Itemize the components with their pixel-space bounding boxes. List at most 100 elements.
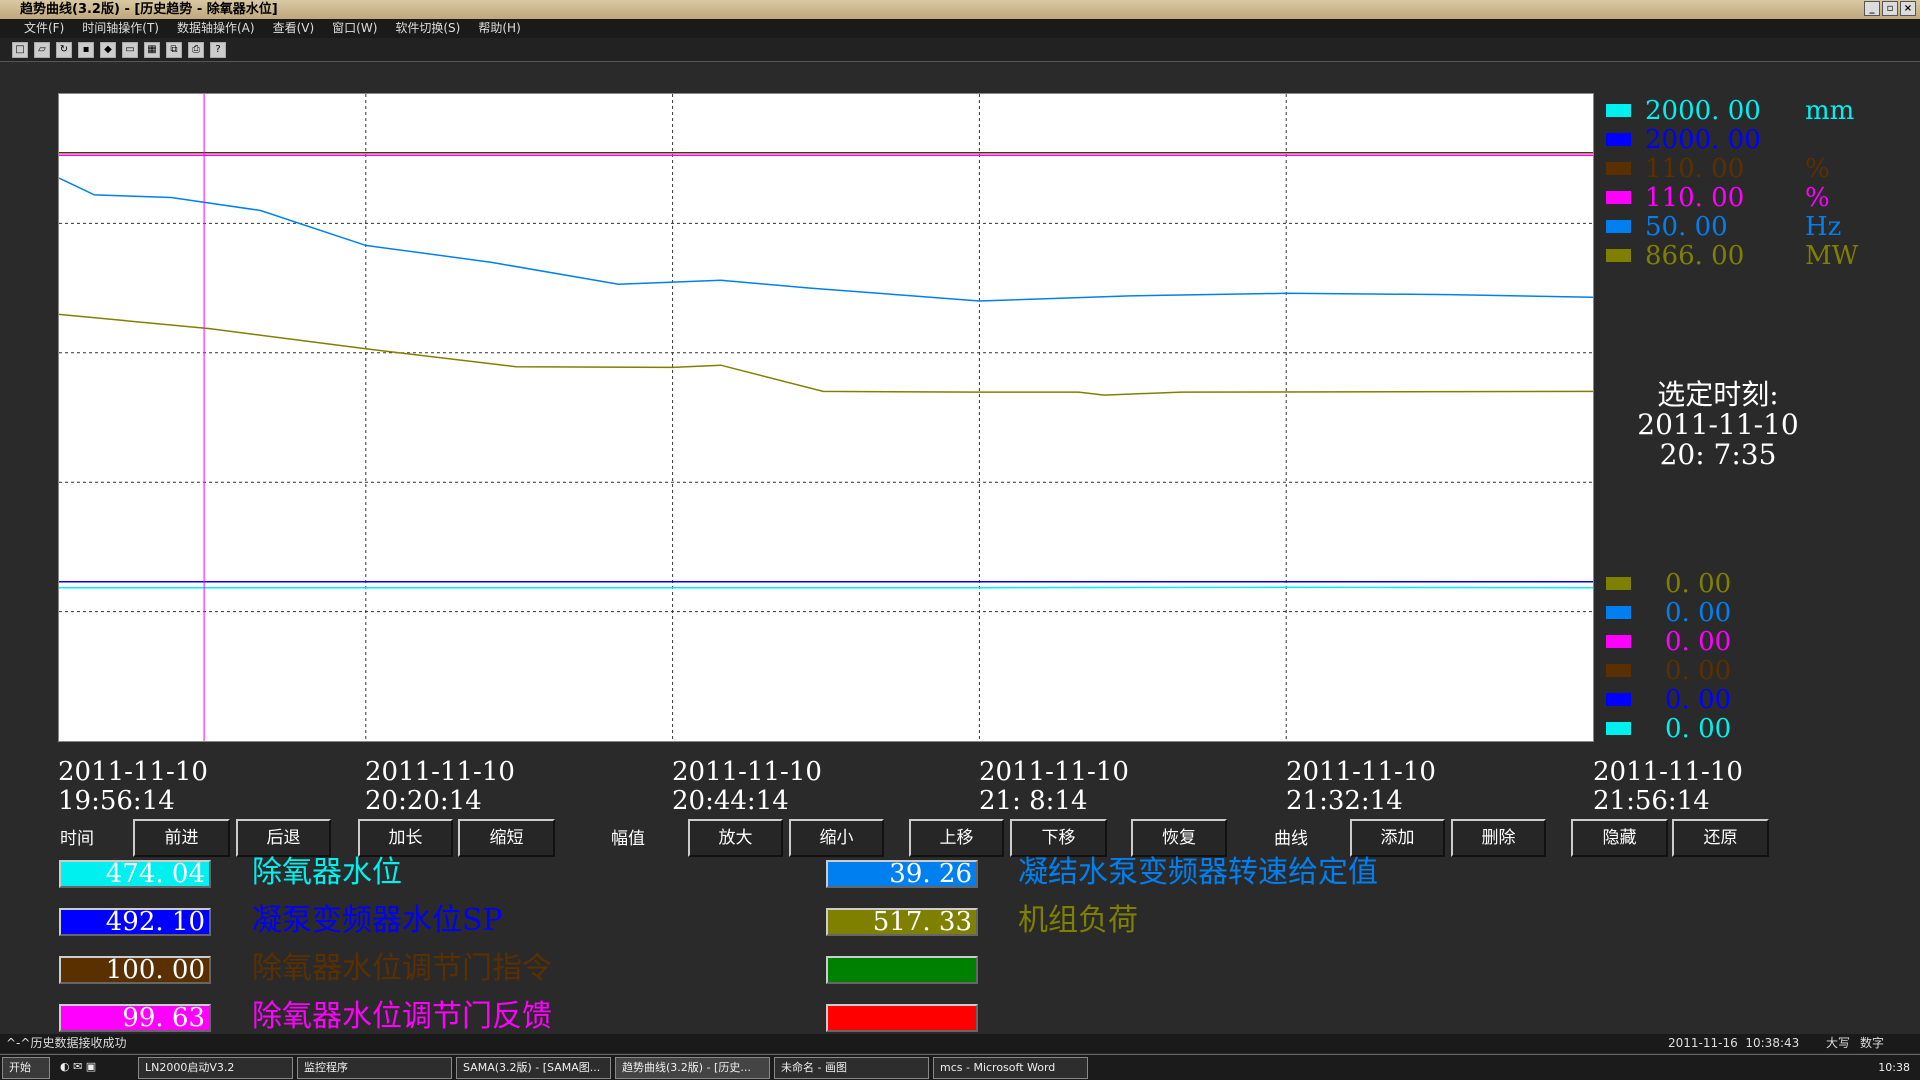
x-tick-label: 2011-11-10 20:20:14 <box>365 758 515 816</box>
reload-icon[interactable]: ↻ <box>56 42 72 58</box>
start-button[interactable]: 开始 <box>2 1056 50 1079</box>
x-tick-time: 20:20:14 <box>365 786 482 816</box>
taskbar-clock: 10:38 <box>1878 1061 1910 1074</box>
delete-curve-button[interactable]: 删除 <box>1451 819 1546 857</box>
back-button[interactable]: 后退 <box>236 819 331 857</box>
legend-min-value: 0. 00 <box>1665 568 1732 599</box>
series-value-box[interactable] <box>826 956 978 984</box>
legend-max-value: 50. 00 <box>1645 211 1728 242</box>
lengthen-button[interactable]: 加长 <box>358 819 453 857</box>
cube-icon[interactable]: ◆ <box>100 42 116 58</box>
series-value-box[interactable]: 492. 10 <box>59 908 211 936</box>
status-datetime: 2011-11-16 10:38:43 <box>1668 1036 1800 1050</box>
window-title: 趋势曲线(3.2版) - [历史趋势 - 除氧器水位] <box>20 2 278 17</box>
series-line <box>58 313 1594 396</box>
task-monitor[interactable]: 监控程序 <box>297 1056 452 1079</box>
restore-icon[interactable]: ⧉ <box>166 42 182 58</box>
x-tick-time: 19:56:14 <box>58 786 175 816</box>
selected-time-date: 2011-11-10 <box>1637 408 1799 441</box>
series-value-box[interactable]: 474. 04 <box>59 860 211 888</box>
trend-chart[interactable] <box>58 94 1594 741</box>
series-name[interactable]: 机组负荷 <box>1018 904 1138 938</box>
x-tick-date: 2011-11-10 <box>1593 757 1743 787</box>
legend-unit: Hz <box>1805 211 1842 242</box>
series-name[interactable]: 凝泵变频器水位SP <box>252 904 503 938</box>
x-tick-label: 2011-11-10 21:56:14 <box>1593 758 1743 816</box>
legend-min-row: 0. 00 <box>1606 626 1732 657</box>
series-value-box[interactable]: 517. 33 <box>826 908 978 936</box>
save-icon[interactable]: ▪ <box>78 42 94 58</box>
window-icon[interactable]: ▭ <box>122 42 138 58</box>
zoom-out-button[interactable]: 缩小 <box>789 819 884 857</box>
menu-view[interactable]: 查看(V) <box>273 19 315 38</box>
close-button[interactable]: × <box>1900 1 1916 16</box>
series-value-box[interactable]: 100. 00 <box>59 956 211 984</box>
title-bar: 趋势曲线(3.2版) - [历史趋势 - 除氧器水位] _ ▫ × <box>0 0 1920 19</box>
series-color-swatch <box>1606 577 1631 590</box>
image-icon[interactable]: ▦ <box>144 42 160 58</box>
series-value-box[interactable]: 99. 63 <box>59 1004 211 1032</box>
add-curve-button[interactable]: 添加 <box>1350 819 1445 857</box>
legend-unit: % <box>1805 182 1830 213</box>
legend-max-value: 2000. 00 <box>1645 124 1761 155</box>
minimize-button[interactable]: _ <box>1864 1 1880 16</box>
series-value-box[interactable] <box>826 1004 978 1032</box>
series-value-box[interactable]: 39. 26 <box>826 860 978 888</box>
legend-max-value: 866. 00 <box>1645 240 1745 271</box>
legend-min-row: 0. 00 <box>1606 597 1732 628</box>
new-icon[interactable]: □ <box>12 42 28 58</box>
series-name[interactable]: 凝结水泵变频器转速给定值 <box>1018 856 1378 890</box>
print-icon[interactable]: ⎙ <box>188 42 204 58</box>
x-tick-time: 21: 8:14 <box>979 786 1088 816</box>
task-sama[interactable]: SAMA(3.2版) - [SAMA图... <box>456 1056 611 1079</box>
x-tick-label: 2011-11-10 21: 8:14 <box>979 758 1129 816</box>
selected-time-panel: 选定时刻: 2011-11-10 20: 7:35 <box>1606 380 1830 470</box>
menu-time-axis[interactable]: 时间轴操作(T) <box>82 19 159 38</box>
move-up-button[interactable]: 上移 <box>909 819 1004 857</box>
legend-min-row: 0. 00 <box>1606 568 1732 599</box>
legend-min-value: 0. 00 <box>1665 597 1732 628</box>
toolbar: □ ▱ ↻ ▪ ◆ ▭ ▦ ⧉ ⎙ ? <box>0 38 1920 62</box>
legend-min-value: 0. 00 <box>1665 684 1732 715</box>
x-tick-time: 21:32:14 <box>1286 786 1403 816</box>
menu-switch[interactable]: 软件切换(S) <box>395 19 460 38</box>
zoom-in-button[interactable]: 放大 <box>688 819 783 857</box>
move-down-button[interactable]: 下移 <box>1010 819 1107 857</box>
selected-time-time: 20: 7:35 <box>1659 438 1777 471</box>
amplitude-label: 幅值 <box>611 829 645 849</box>
x-tick-label: 2011-11-10 20:44:14 <box>672 758 822 816</box>
legend-max-row: 2000. 00 <box>1606 124 1805 155</box>
trend-plot-area[interactable] <box>58 93 1594 742</box>
legend-min-value: 0. 00 <box>1665 626 1732 657</box>
legend-min-value: 0. 00 <box>1665 655 1732 686</box>
task-ln2000[interactable]: LN2000启动V3.2 <box>138 1056 293 1079</box>
shorten-button[interactable]: 缩短 <box>458 819 555 857</box>
help-icon[interactable]: ? <box>210 42 226 58</box>
restore-button[interactable]: ▫ <box>1882 1 1898 16</box>
series-name[interactable]: 除氧器水位 <box>252 856 402 890</box>
open-icon[interactable]: ▱ <box>34 42 50 58</box>
selected-time-label: 选定时刻: <box>1657 378 1779 411</box>
menu-file[interactable]: 文件(F) <box>24 19 64 38</box>
menu-data-axis[interactable]: 数据轴操作(A) <box>177 19 255 38</box>
forward-button[interactable]: 前进 <box>133 819 230 857</box>
task-paint[interactable]: 未命名 - 画图 <box>774 1056 929 1079</box>
x-tick-date: 2011-11-10 <box>672 757 822 787</box>
curve-label: 曲线 <box>1274 829 1308 849</box>
series-name[interactable]: 除氧器水位调节门反馈 <box>252 1000 552 1034</box>
series-name[interactable]: 除氧器水位调节门指令 <box>252 952 552 986</box>
legend-max-row: 110. 00% <box>1606 154 1830 184</box>
menu-window[interactable]: 窗口(W) <box>332 19 377 38</box>
legend-min-value: 0. 00 <box>1665 713 1732 744</box>
reset-button[interactable]: 恢复 <box>1131 819 1227 857</box>
legend-min-row: 0. 00 <box>1606 655 1732 686</box>
hide-curve-button[interactable]: 隐藏 <box>1571 819 1668 857</box>
time-label: 时间 <box>60 829 94 849</box>
task-trend[interactable]: 趋势曲线(3.2版) - [历史... <box>615 1056 770 1079</box>
restore-curve-button[interactable]: 还原 <box>1672 819 1769 857</box>
task-word[interactable]: mcs - Microsoft Word <box>933 1056 1088 1079</box>
menu-help[interactable]: 帮助(H) <box>478 19 520 38</box>
x-tick-time: 20:44:14 <box>672 786 789 816</box>
legend-unit: MW <box>1805 240 1859 271</box>
status-bar: ^-^历史数据接收成功 2011-11-16 10:38:43 大写 数字 <box>0 1034 1920 1053</box>
